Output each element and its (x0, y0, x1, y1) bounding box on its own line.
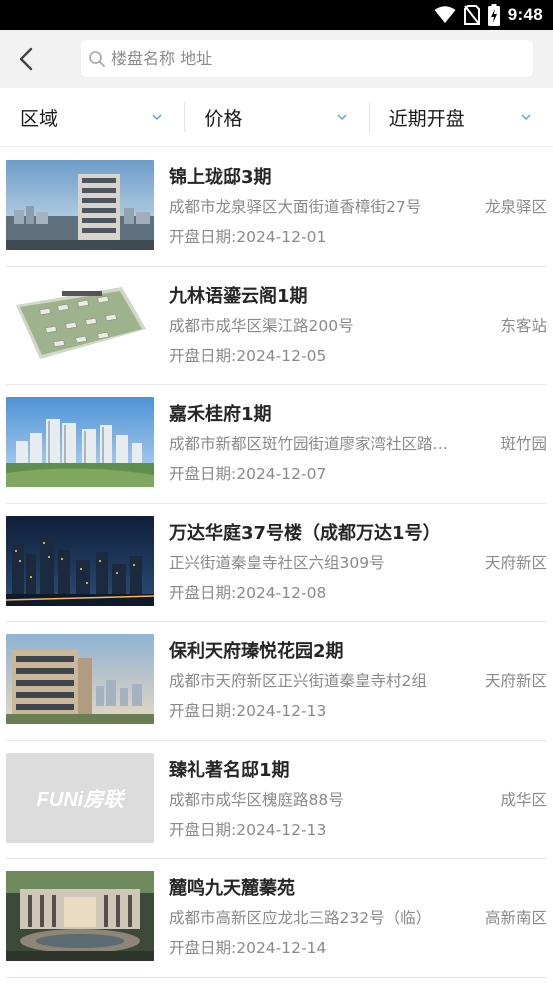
listing-open-date: 开盘日期:2024-12-01 (169, 228, 327, 246)
list-item[interactable]: 保利天府瑧悦花园2期 成都市天府新区正兴街道秦皇寺村2组 天府新区 开盘日期:2… (6, 622, 547, 741)
listing-name: 锦上珑邸3期 (169, 167, 272, 188)
search-box[interactable] (81, 40, 533, 77)
list-item[interactable]: 万达华庭37号楼（成都万达1号） 正兴街道秦皇寺社区六组309号 天府新区 开盘… (6, 504, 547, 622)
listing-open-date: 开盘日期:2024-12-13 (169, 702, 327, 720)
chevron-down-icon (521, 114, 531, 120)
chevron-down-icon (337, 114, 347, 120)
status-bar: 9:48 (0, 0, 553, 30)
status-icons: 9:48 (434, 0, 543, 30)
header (0, 30, 553, 88)
listing-image (6, 160, 154, 250)
listing-district: 天府新区 (484, 553, 547, 572)
listing-name: 九林语鎏云阁1期 (169, 285, 308, 307)
listing-address: 正兴街道秦皇寺社区六组309号 (169, 553, 385, 572)
listing-image (6, 515, 154, 606)
listing-image (6, 634, 154, 724)
filter-area[interactable]: 区域 (0, 88, 184, 146)
listing-district: 斑竹园 (500, 435, 547, 453)
search-input[interactable] (111, 49, 511, 68)
list-item[interactable]: FUNi房联 臻礼著名邸1期 成都市成华区槐庭路88号 成华区 开盘日期:202… (6, 741, 547, 859)
listing-name: 嘉禾桂府1期 (169, 404, 272, 425)
listing-address: 成都市新都区斑竹园街道廖家湾社区踏… (169, 435, 449, 453)
listing-name: 臻礼著名邸1期 (169, 759, 290, 781)
listing-district: 成华区 (500, 790, 547, 809)
chevron-down-icon (152, 114, 162, 120)
no-sim-icon (463, 5, 480, 25)
battery-charging-icon (487, 4, 500, 26)
listing-address: 成都市天府新区正兴街道秦皇寺村2组 (169, 672, 427, 690)
listing-image (6, 278, 154, 369)
listing-open-date: 开盘日期:2024-12-13 (169, 820, 327, 839)
filter-price-label: 价格 (204, 107, 243, 130)
listing-image (6, 871, 154, 961)
wifi-icon (434, 6, 456, 23)
listing-address: 成都市高新区应龙北三路232号（临） (169, 909, 432, 927)
list-item[interactable]: 锦上珑邸3期 成都市龙泉驿区大面街道香樟街27号 龙泉驿区 开盘日期:2024-… (6, 148, 547, 267)
status-time: 9:48 (507, 5, 543, 24)
filter-bar: 区域 价格 近期开盘 (0, 88, 553, 147)
list-item[interactable]: 九林语鎏云阁1期 成都市成华区渠江路200号 东客站 开盘日期:2024-12-… (6, 267, 547, 385)
listing-image (6, 397, 154, 487)
listing-district: 龙泉驿区 (484, 198, 547, 216)
list-item[interactable]: 嘉禾桂府1期 成都市新都区斑竹园街道廖家湾社区踏… 斑竹园 开盘日期:2024-… (6, 385, 547, 504)
chevron-left-icon (19, 47, 33, 71)
listing-address: 成都市成华区渠江路200号 (169, 316, 354, 335)
placeholder-logo: FUNi房联 (37, 788, 127, 811)
listing-image: FUNi房联 (6, 752, 154, 843)
listing-name: 麓鸣九天麓蓁苑 (169, 878, 295, 899)
listing-open-date: 开盘日期:2024-12-05 (169, 346, 327, 365)
listing-district: 天府新区 (484, 672, 547, 690)
listing-name: 保利天府瑧悦花园2期 (169, 641, 344, 662)
listing-name: 万达华庭37号楼（成都万达1号） (169, 522, 441, 544)
filter-area-label: 区域 (20, 107, 59, 130)
filter-recent-opening[interactable]: 近期开盘 (368, 88, 553, 146)
filter-price[interactable]: 价格 (184, 88, 368, 146)
search-icon (87, 49, 107, 69)
listing-list: 锦上珑邸3期 成都市龙泉驿区大面街道香樟街27号 龙泉驿区 开盘日期:2024-… (0, 148, 553, 978)
filter-recent-opening-label: 近期开盘 (388, 107, 465, 130)
listing-district: 高新南区 (484, 909, 547, 927)
listing-address: 成都市龙泉驿区大面街道香樟街27号 (169, 198, 422, 216)
listing-district: 东客站 (500, 316, 547, 335)
listing-open-date: 开盘日期:2024-12-14 (169, 939, 327, 957)
listing-address: 成都市成华区槐庭路88号 (169, 790, 344, 809)
listing-open-date: 开盘日期:2024-12-07 (169, 465, 327, 483)
listing-open-date: 开盘日期:2024-12-08 (169, 583, 327, 602)
back-button[interactable] (8, 39, 44, 79)
list-item[interactable]: 麓鸣九天麓蓁苑 成都市高新区应龙北三路232号（临） 高新南区 开盘日期:202… (6, 859, 547, 978)
